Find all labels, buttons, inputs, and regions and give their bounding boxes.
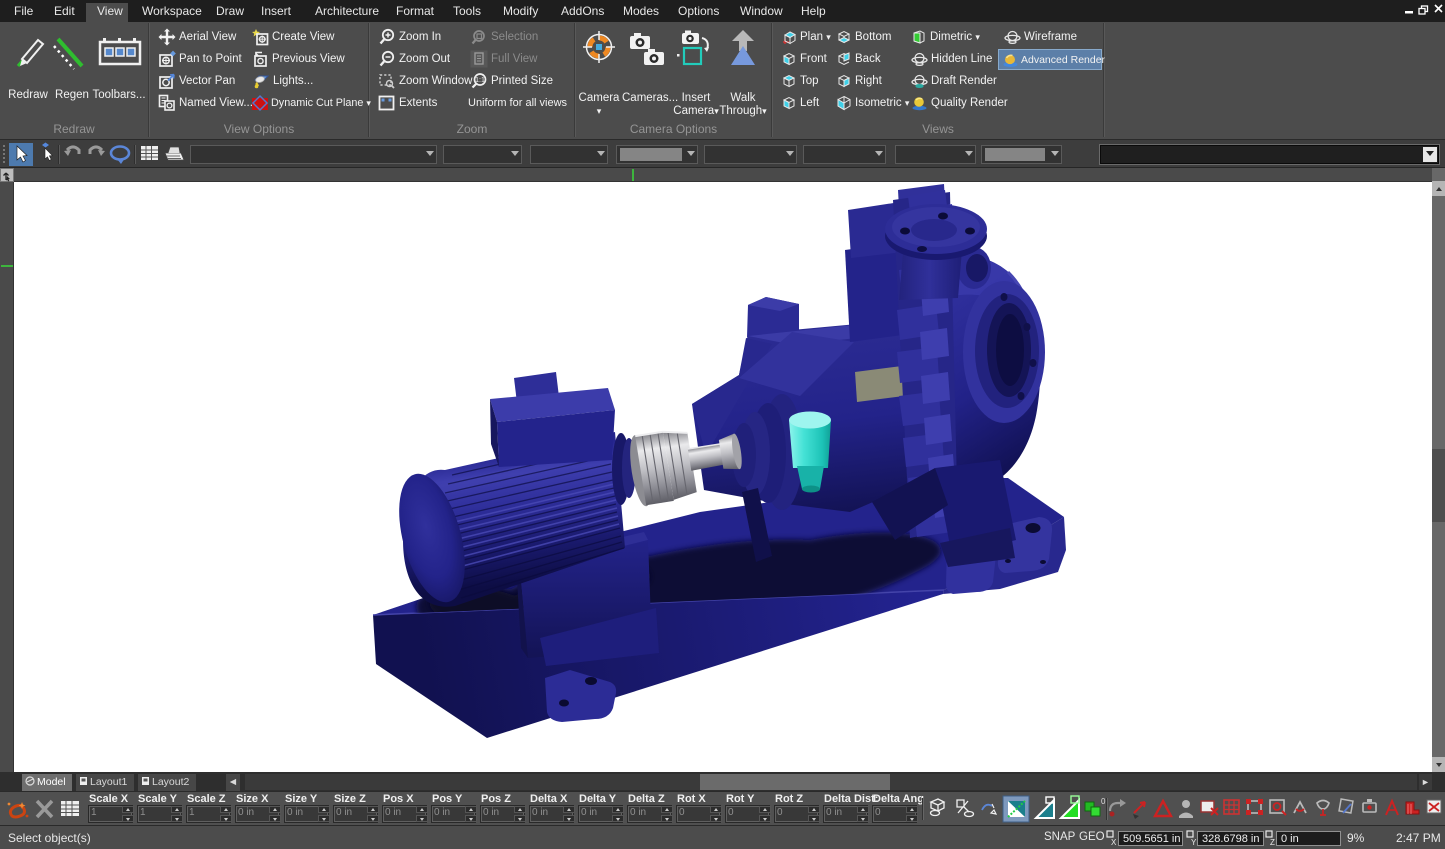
- svg-text:Y: Y: [1191, 838, 1197, 847]
- svg-text:X: X: [1111, 838, 1117, 847]
- svg-text:Z: Z: [1270, 838, 1275, 847]
